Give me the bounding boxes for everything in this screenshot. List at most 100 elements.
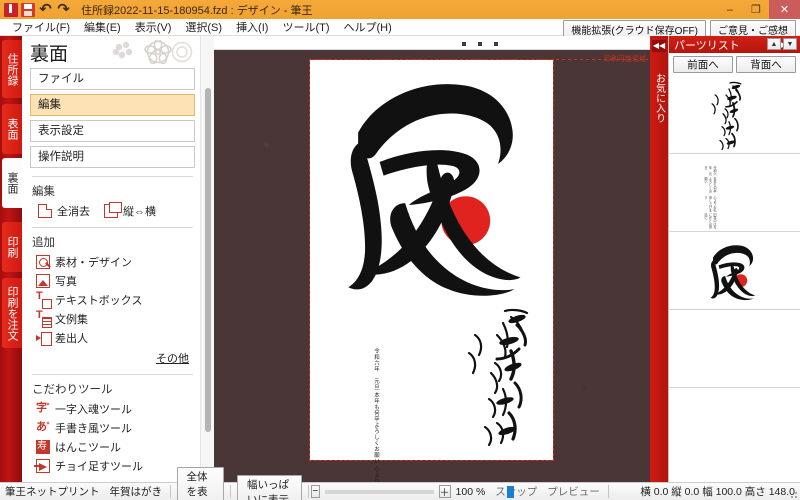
canvas-top-strip: [214, 36, 650, 50]
add-sender-item[interactable]: 差出人: [36, 330, 195, 346]
greeting-calligraphy-icon: [467, 308, 529, 447]
left-panel-scrollbar[interactable]: [200, 36, 214, 482]
menu-bar: ファイル(F) 編集(E) 表示(V) 選択(S) 挿入(I) ツール(T) ヘ…: [0, 18, 800, 39]
zoom-in-button[interactable]: ＋: [438, 485, 451, 499]
menu-insert[interactable]: 挿入(I): [229, 18, 275, 36]
sender-icon: [36, 331, 52, 346]
menu-select[interactable]: 選択(S): [178, 18, 229, 36]
handle-dot[interactable]: [478, 42, 482, 46]
handle-dots[interactable]: [462, 42, 498, 46]
rail-tab-address-book[interactable]: 住所録: [2, 40, 22, 98]
edit-group-items: 全消去 縦⇔横: [38, 202, 195, 219]
add-sample-text-label: 文例集: [55, 314, 88, 326]
favorites-collapse-icon[interactable]: ◀◀: [652, 40, 666, 52]
nav-file-button[interactable]: ファイル: [30, 68, 195, 90]
tool-handwriting-label: 手書き風ツール: [55, 423, 132, 435]
scroll-down-arrow-button[interactable]: ▼: [783, 38, 797, 50]
parts-list-item-body[interactable]: 旧年中はなにかとお世話に 心よりお礼申し上げます 本年も何卒よろしくお願い 令和…: [669, 154, 800, 232]
send-to-back-button[interactable]: 背面へ: [736, 56, 796, 73]
nav-instructions-button[interactable]: 操作説明: [30, 146, 195, 168]
rail-tab-front[interactable]: 表面: [2, 104, 22, 154]
nav-display-settings-button[interactable]: 表示設定: [30, 120, 195, 142]
tool-single-character-label: 一字入魂ツール: [55, 404, 132, 416]
favorites-label: お気に入り: [653, 73, 665, 123]
tools-group-title: こだわりツール: [32, 384, 113, 396]
save-icon[interactable]: [21, 2, 35, 17]
parts-list-item-kanji[interactable]: [669, 232, 800, 310]
sakura-ornament-icon: [112, 40, 193, 64]
divider: [607, 485, 609, 498]
body-text-block[interactable]: 旧年中はなにかとお世話に 心よりお礼申し上げます 本年も何卒よろしくお願い 令和…: [372, 348, 380, 482]
undo-icon[interactable]: ↶: [38, 2, 53, 17]
resize-grip[interactable]: [788, 489, 798, 499]
fit-whole-button[interactable]: 全体を表示: [176, 467, 225, 500]
minimize-button[interactable]: –: [717, 0, 743, 19]
bring-to-front-button[interactable]: 前面へ: [673, 56, 733, 73]
zoom-out-button[interactable]: −: [311, 485, 320, 498]
panel-scroll-arrows: ▲ ▼: [767, 38, 797, 50]
brush-icon[interactable]: [4, 2, 18, 17]
left-panel-scroll-thumb[interactable]: [205, 88, 211, 432]
rotate-orientation-item[interactable]: 縦⇔横: [104, 202, 156, 219]
menu-tools[interactable]: ツール(T): [275, 18, 336, 36]
body-thumb-line: 旧年中はなにかとお世話に: [703, 213, 717, 230]
titlebar-quick-icons: ↶ ↷: [0, 2, 71, 17]
parts-list-panel: パーツリスト ▶▶ 前面へ 背面へ: [668, 36, 800, 482]
menu-file[interactable]: ファイル(F): [5, 18, 77, 36]
left-panel-header: 裏面: [22, 36, 213, 66]
tool-addon-item[interactable]: チョイ足すツール: [34, 458, 195, 474]
handle-dot[interactable]: [494, 42, 498, 46]
zoom-slider-thumb[interactable]: [506, 485, 514, 498]
body-thumb-line: 心よりお礼申し上げます: [703, 196, 717, 213]
handle-dot[interactable]: [462, 42, 466, 46]
stamp-tool-icon: [36, 440, 50, 454]
coordinates-readout: 横 0.0 縦 0.0 幅 100.0 高さ 148.0: [640, 486, 795, 498]
tool-stamp-item[interactable]: はんこツール: [36, 439, 195, 455]
add-textbox-item[interactable]: テキストボックス: [36, 291, 195, 309]
parts-list-item-empty[interactable]: [669, 310, 800, 388]
menu-edit[interactable]: 編集(E): [77, 18, 128, 36]
body-thumb-line: 本年も何卒よろしくお願い: [703, 177, 717, 194]
redo-icon[interactable]: ↷: [56, 2, 71, 17]
favorites-rail[interactable]: ◀◀ お気に入り: [650, 36, 668, 482]
add-sample-text-item[interactable]: 文例集: [36, 310, 195, 328]
service-label: 筆王ネットプリント: [5, 486, 100, 498]
status-bar: 筆王ネットプリント 年賀はがき 全体を表示 幅いっぱいに表示 − ＋ 100 %…: [0, 467, 800, 500]
add-material-item[interactable]: 素材・デザイン: [36, 254, 195, 270]
divider-3: [32, 374, 193, 375]
body-thumb-text: 旧年中はなにかとお世話に 心よりお礼申し上げます 本年も何卒よろしくお願い 令和…: [703, 166, 717, 231]
postcard-preview[interactable]: 旧年中はなにかとお世話に 心よりお礼申し上げます 本年も何卒よろしくお願い 令和…: [309, 59, 554, 482]
preview-toggle[interactable]: プレビュー: [542, 484, 605, 499]
add-photo-item[interactable]: 写真: [36, 273, 195, 289]
rail-tab-back[interactable]: 裏面: [2, 158, 22, 208]
zoom-slider[interactable]: [324, 485, 514, 498]
rail-tab-print[interactable]: 印刷: [2, 222, 22, 272]
tool-single-character-item[interactable]: 一字入魂ツール: [36, 401, 195, 417]
scroll-up-arrow-button[interactable]: ▲: [767, 38, 781, 50]
left-panel-body: ファイル 編集 表示設定 操作説明 編集 全消去 縦⇔横 追加 素材・デザイン …: [30, 68, 195, 477]
parts-list-item-greeting[interactable]: [669, 76, 800, 154]
textbox-icon: [36, 291, 52, 309]
mode-tab-rail: 住所録 表面 裏面 印刷 印刷を注文: [0, 36, 22, 482]
canvas-area: 印刷可能領域 本年も何卒よろしくお願い 令和六年 元旦: [214, 36, 650, 482]
design-canvas[interactable]: 印刷可能領域 本年も何卒よろしくお願い 令和六年 元旦: [214, 50, 650, 482]
window-controls: – ❐ ✕: [717, 0, 800, 19]
close-button[interactable]: ✕: [769, 0, 800, 19]
menu-view[interactable]: 表示(V): [128, 18, 179, 36]
maximize-button[interactable]: ❐: [743, 0, 769, 19]
tool-handwriting-item[interactable]: 手書き風ツール: [36, 420, 195, 436]
fit-width-button[interactable]: 幅いっぱいに表示: [236, 474, 302, 500]
rail-tab-order-print[interactable]: 印刷を注文: [2, 278, 22, 348]
kanji-artwork[interactable]: [310, 50, 553, 318]
erase-all-icon: [38, 204, 52, 218]
more-link[interactable]: その他: [30, 350, 189, 366]
photo-icon: [36, 274, 50, 288]
add-material-label: 素材・デザイン: [55, 257, 132, 269]
menu-help[interactable]: ヘルプ(H): [337, 18, 399, 36]
greeting-artwork[interactable]: [445, 305, 545, 450]
erase-all-item[interactable]: 全消去: [38, 203, 90, 219]
snap-toggle[interactable]: スナップ: [490, 484, 542, 499]
single-character-tool-icon: [36, 402, 50, 416]
nav-edit-button[interactable]: 編集: [30, 94, 195, 116]
material-design-icon: [36, 255, 50, 269]
